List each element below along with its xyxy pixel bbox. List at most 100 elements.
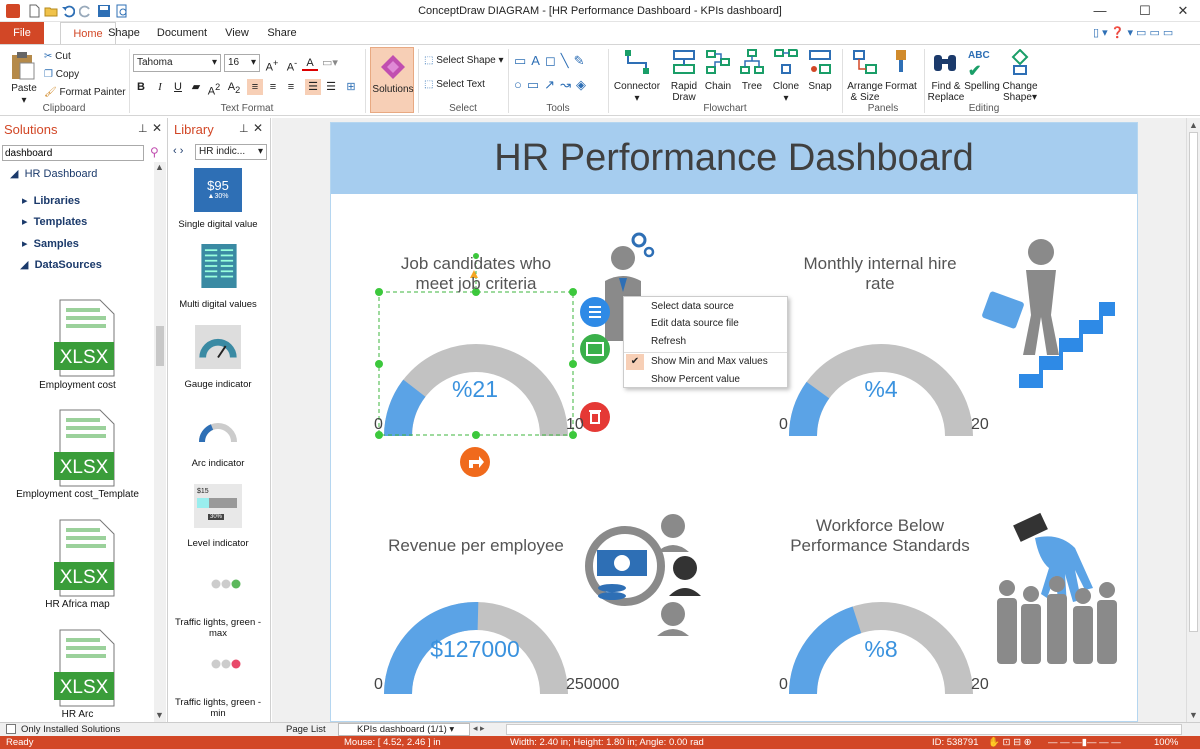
- paste-icon[interactable]: [10, 51, 36, 81]
- spelling-icon[interactable]: ABC ✔: [968, 50, 990, 81]
- italic-icon[interactable]: I: [152, 79, 168, 95]
- zoom-slider[interactable]: — — —▮— — —: [1048, 737, 1121, 748]
- spelling-button[interactable]: Spelling: [962, 81, 1002, 92]
- format-button[interactable]: Format: [882, 81, 920, 92]
- copy-button[interactable]: ❐ Copy: [44, 69, 104, 80]
- data-table-button[interactable]: [580, 334, 610, 364]
- only-installed-checkbox[interactable]: [6, 724, 16, 734]
- cut-button[interactable]: ✂ Cut: [44, 51, 104, 62]
- tab-document[interactable]: Document: [154, 22, 210, 44]
- menu-item-edit-data-source-file[interactable]: Edit data source file: [651, 318, 739, 329]
- format-brush-icon[interactable]: [890, 49, 912, 75]
- eraser-tool-icon[interactable]: ◈: [576, 77, 591, 92]
- connector-tool-icon[interactable]: ↝: [560, 77, 576, 92]
- arrange-size-button[interactable]: Arrange & Size: [844, 81, 886, 103]
- format-painter-button[interactable]: 🖌 Format Painter: [44, 87, 126, 98]
- subscript-icon[interactable]: A2: [226, 79, 242, 95]
- text-style-icon[interactable]: ▭▾: [322, 55, 338, 71]
- page-list-button[interactable]: Page List: [286, 724, 326, 735]
- increase-font-icon[interactable]: A+: [264, 55, 280, 74]
- scrollbar-thumb[interactable]: [1189, 132, 1198, 632]
- pin-icon[interactable]: ⊥: [138, 122, 148, 135]
- solutions-search-input[interactable]: [2, 145, 144, 161]
- snap-button[interactable]: Snap: [802, 81, 838, 92]
- change-shape-icon[interactable]: [1008, 49, 1032, 75]
- library-nav-arrows-icon[interactable]: ‹ ›: [173, 145, 183, 157]
- line-tool-icon[interactable]: ╲: [561, 53, 574, 68]
- binoculars-icon[interactable]: [932, 51, 958, 75]
- tab-share[interactable]: Share: [263, 22, 301, 44]
- text-tool-icon[interactable]: A: [531, 53, 545, 68]
- search-icon[interactable]: ⚲: [150, 145, 159, 159]
- data-menu-button[interactable]: [580, 297, 610, 327]
- tab-view[interactable]: View: [220, 22, 254, 44]
- callout-tool-icon[interactable]: ◻: [545, 53, 561, 68]
- tree-icon[interactable]: [740, 49, 764, 75]
- ellipse-tool-icon[interactable]: ○: [514, 77, 527, 92]
- library-selector[interactable]: HR indic... ▾: [195, 144, 267, 160]
- font-size-select[interactable]: 16 ▾: [224, 54, 260, 72]
- tree-item-datasources[interactable]: ◢ DataSources: [20, 258, 102, 271]
- clone-icon[interactable]: [774, 49, 798, 75]
- rapid-draw-icon[interactable]: [672, 49, 696, 75]
- tab-file[interactable]: File: [0, 22, 44, 44]
- solutions-button[interactable]: Solutions: [370, 47, 414, 113]
- valign-bottom-icon[interactable]: ☰: [323, 79, 339, 95]
- drawing-tools-row-2[interactable]: ○▭↗↝◈: [514, 77, 591, 93]
- paste-button[interactable]: Paste: [8, 83, 40, 94]
- connector-icon[interactable]: [624, 49, 650, 75]
- bold-icon[interactable]: B: [133, 79, 149, 95]
- tree-item-samples[interactable]: ▸ Samples: [22, 237, 79, 250]
- arrange-size-icon[interactable]: [852, 49, 878, 75]
- align-right-icon[interactable]: ≡: [283, 79, 299, 95]
- delete-button[interactable]: [580, 402, 610, 432]
- dashboard-header[interactable]: HR Performance Dashboard: [331, 123, 1137, 194]
- align-left-icon[interactable]: ≡: [247, 79, 263, 95]
- highlight-icon[interactable]: ▰: [188, 79, 204, 95]
- pen-tool-icon[interactable]: ✎: [574, 53, 590, 68]
- font-family-select[interactable]: Tahoma ▾: [133, 54, 221, 72]
- tree-item-templates[interactable]: ▸ Templates: [22, 215, 87, 228]
- scroll-down-icon[interactable]: ▼: [155, 710, 164, 720]
- scroll-up-icon[interactable]: ▲: [155, 162, 164, 172]
- pin-icon[interactable]: ⊥: [239, 122, 249, 135]
- menu-item-select-data-source[interactable]: Select data source: [651, 301, 734, 312]
- menu-item-refresh[interactable]: Refresh: [651, 336, 686, 347]
- arrow-tool-icon[interactable]: ↗: [544, 77, 560, 92]
- tree-button[interactable]: Tree: [734, 81, 770, 92]
- rapid-draw-button[interactable]: Rapid Draw: [664, 81, 704, 103]
- decrease-font-icon[interactable]: A-: [284, 55, 300, 74]
- help-icon[interactable]: ▯ ▾ ❓ ▾ ▭ ▭ ▭: [1093, 26, 1173, 39]
- find-replace-button[interactable]: Find & Replace: [926, 81, 966, 103]
- textbox-tool-icon[interactable]: ▭: [527, 77, 544, 92]
- align-center-icon[interactable]: ≡: [265, 79, 281, 95]
- scroll-down-icon[interactable]: ▼: [1189, 710, 1198, 720]
- select-text-button[interactable]: ⬚ Select Text: [424, 79, 504, 90]
- close-window-button[interactable]: ✕: [1168, 2, 1198, 20]
- close-panel-icon[interactable]: ✕: [152, 121, 162, 135]
- chain-button[interactable]: Chain: [700, 81, 736, 92]
- minimize-button[interactable]: —: [1085, 2, 1115, 20]
- tab-shape[interactable]: Shape: [104, 22, 144, 44]
- connector-action-button[interactable]: [460, 447, 490, 477]
- snap-icon[interactable]: [808, 49, 832, 75]
- tree-item-libraries[interactable]: ▸ Libraries: [22, 194, 80, 207]
- scroll-up-icon[interactable]: ▲: [1189, 120, 1198, 130]
- page-prev-icon[interactable]: ◂ ▸: [473, 723, 485, 734]
- change-shape-button[interactable]: Change Shape▾: [1000, 81, 1040, 103]
- superscript-icon[interactable]: A2: [206, 79, 222, 98]
- scrollbar-thumb[interactable]: [156, 326, 164, 366]
- canvas-vertical-scrollbar[interactable]: ▲ ▼: [1186, 118, 1200, 722]
- drawing-tools-row-1[interactable]: ▭A◻╲✎: [514, 53, 590, 69]
- select-shape-button[interactable]: ⬚ Select Shape ▾: [424, 55, 504, 66]
- tree-root-hr-dashboard[interactable]: ◢ HR Dashboard: [10, 167, 97, 180]
- text-box-icon[interactable]: ⊞: [343, 79, 359, 95]
- hand-tool-icon[interactable]: ✋ ⊡ ⊟ ⊕: [988, 737, 1032, 748]
- underline-icon[interactable]: U: [170, 79, 186, 95]
- valign-middle-icon[interactable]: ☰: [305, 79, 321, 95]
- menu-item-show-min-max[interactable]: Show Min and Max values: [651, 356, 768, 367]
- rectangle-tool-icon[interactable]: ▭: [514, 53, 531, 68]
- font-color-icon[interactable]: A: [302, 55, 318, 71]
- clone-button[interactable]: Clone: [768, 81, 804, 92]
- chain-icon[interactable]: [706, 49, 730, 75]
